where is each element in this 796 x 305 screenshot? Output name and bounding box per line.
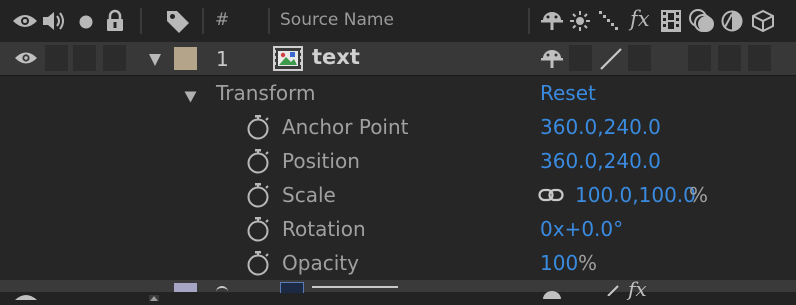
audio-switch-box[interactable] bbox=[45, 45, 68, 71]
transform-label: Transform bbox=[216, 81, 316, 105]
stopwatch-icon[interactable] bbox=[246, 114, 270, 144]
property-row: Rotation 0x+0.0° bbox=[0, 212, 796, 247]
adjustment-switch-box[interactable] bbox=[748, 45, 771, 71]
header-separator bbox=[528, 8, 530, 34]
frame-blend-switch-box[interactable] bbox=[688, 45, 711, 71]
motion-blur-switch-box[interactable] bbox=[718, 45, 741, 71]
stopwatch-icon[interactable] bbox=[246, 148, 270, 178]
stopwatch-icon[interactable] bbox=[246, 216, 270, 246]
shy-icon[interactable] bbox=[540, 11, 564, 35]
constrain-proportions-link-icon[interactable] bbox=[538, 187, 564, 207]
3d-layer-cube-icon[interactable] bbox=[751, 9, 775, 37]
layer-label-color-swatch[interactable] bbox=[174, 47, 197, 70]
timeline-header: # Source Name fx bbox=[0, 0, 796, 43]
next-layer-eye-icon[interactable] bbox=[14, 285, 38, 304]
property-value[interactable]: 0x+0.0° bbox=[540, 219, 623, 239]
transform-expand-triangle-icon[interactable] bbox=[184, 88, 197, 107]
next-layer-expand-triangle-icon[interactable] bbox=[148, 286, 160, 305]
layer-name[interactable]: text bbox=[312, 47, 360, 68]
frame-blending-film-icon[interactable] bbox=[660, 9, 682, 37]
video-eye-icon[interactable] bbox=[12, 12, 38, 34]
property-value[interactable]: 360.0,240.0 bbox=[540, 151, 661, 171]
property-row: Scale 100.0,100.0 % bbox=[0, 178, 796, 213]
layer-expand-triangle-icon[interactable] bbox=[148, 52, 162, 71]
next-layer-label-color-swatch[interactable] bbox=[174, 283, 197, 292]
property-row: Opacity 100 % bbox=[0, 246, 796, 281]
property-name: Opacity bbox=[282, 251, 359, 275]
next-layer-row[interactable]: fx bbox=[0, 279, 796, 301]
collapse-switch-box[interactable] bbox=[569, 45, 592, 71]
property-row: Anchor Point 360.0,240.0 bbox=[0, 110, 796, 145]
adjustment-layer-icon[interactable] bbox=[721, 10, 743, 36]
property-value[interactable]: 100 bbox=[540, 253, 578, 273]
layer-row[interactable]: 1 text bbox=[0, 42, 796, 76]
audio-speaker-icon[interactable] bbox=[41, 10, 67, 36]
property-row: Position 360.0,240.0 bbox=[0, 144, 796, 179]
solo-dot-icon[interactable] bbox=[78, 14, 94, 34]
lock-switch-box[interactable] bbox=[103, 45, 126, 71]
label-tag-icon[interactable] bbox=[165, 9, 191, 39]
next-layer-shy-switch-icon[interactable] bbox=[540, 284, 564, 303]
collapse-sun-icon[interactable] bbox=[569, 10, 591, 36]
next-layer-fx-label[interactable]: fx bbox=[628, 279, 647, 299]
property-value[interactable]: 360.0,240.0 bbox=[540, 117, 661, 137]
next-layer-source-icon bbox=[280, 282, 304, 293]
quality-slash-icon[interactable] bbox=[599, 47, 623, 75]
property-name: Scale bbox=[282, 183, 336, 207]
quality-dotted-line-icon[interactable] bbox=[598, 10, 622, 36]
next-layer-number-partial bbox=[216, 286, 228, 294]
layer-number: 1 bbox=[216, 47, 229, 71]
next-layer-quality-slash-icon[interactable] bbox=[606, 281, 620, 300]
next-layer-name-partial bbox=[312, 286, 398, 294]
property-name: Position bbox=[282, 149, 360, 173]
property-name: Anchor Point bbox=[282, 115, 409, 139]
stopwatch-icon[interactable] bbox=[246, 250, 270, 280]
effects-switch-box[interactable] bbox=[628, 45, 651, 71]
layer-number-column-header: # bbox=[215, 10, 230, 30]
effects-fx-label[interactable]: fx bbox=[630, 9, 650, 30]
property-unit: % bbox=[689, 183, 709, 207]
layer-shy-switch-icon[interactable] bbox=[540, 49, 564, 73]
motion-blur-circles-icon[interactable] bbox=[688, 8, 716, 38]
header-separator bbox=[268, 8, 270, 34]
property-name: Rotation bbox=[282, 217, 366, 241]
source-name-column-header[interactable]: Source Name bbox=[280, 12, 394, 29]
footage-image-icon bbox=[272, 45, 304, 76]
solo-switch-box[interactable] bbox=[73, 45, 96, 71]
lock-icon[interactable] bbox=[105, 9, 125, 37]
layer-eye-icon[interactable] bbox=[14, 50, 38, 70]
property-unit: % bbox=[578, 251, 598, 275]
header-separator bbox=[140, 8, 142, 34]
property-value[interactable]: 100.0,100.0 bbox=[575, 185, 696, 205]
stopwatch-icon[interactable] bbox=[246, 182, 270, 212]
transform-reset-link[interactable]: Reset bbox=[540, 83, 596, 103]
header-separator bbox=[202, 8, 204, 34]
transform-group-row[interactable]: Transform Reset bbox=[0, 76, 796, 111]
